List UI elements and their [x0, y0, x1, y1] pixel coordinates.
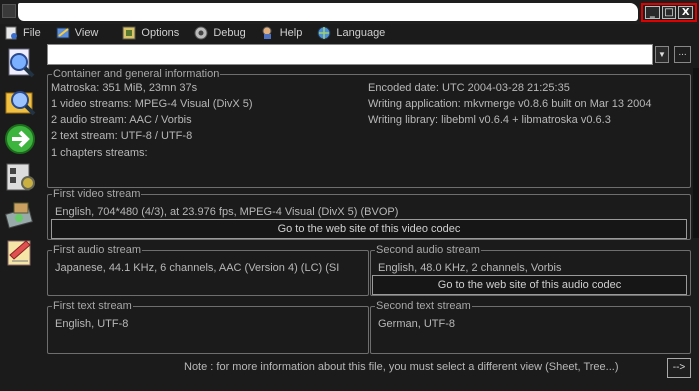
general-info-line: Matroska: 351 MiB, 23mn 37s	[51, 82, 198, 94]
general-info-line: Writing application: mkvmerge v0.8.6 bui…	[368, 98, 652, 110]
settings-icon[interactable]	[2, 160, 38, 194]
app-icon	[2, 4, 16, 18]
text-stream-2-info: German, UTF-8	[378, 318, 456, 330]
language-icon	[317, 26, 332, 40]
video-stream-legend: First video stream	[53, 188, 141, 200]
audio-stream-1-legend: First audio stream	[53, 244, 142, 256]
audio-stream-1-info: Japanese, 44.1 KHz, 6 channels, AAC (Ver…	[55, 262, 340, 274]
file-path-combo[interactable]	[47, 44, 653, 65]
window-edge	[693, 68, 699, 238]
file-icon	[4, 26, 19, 40]
go-arrow-icon[interactable]	[2, 122, 38, 156]
general-info-line: 1 chapters streams:	[51, 147, 148, 159]
window-controls: _ □ X	[641, 3, 697, 22]
general-info-line: 2 audio stream: AAC / Vorbis	[51, 114, 192, 126]
audio-stream-2-info: English, 48.0 KHz, 2 channels, Vorbis	[378, 262, 562, 274]
options-icon	[122, 26, 137, 40]
menu-options[interactable]: Options	[122, 26, 179, 40]
general-info-line: 2 text stream: UTF-8 / UTF-8	[51, 130, 193, 142]
maximize-button[interactable]: □	[661, 6, 677, 19]
chevron-down-icon[interactable]: ▼	[655, 46, 669, 63]
menu-view[interactable]: View	[56, 26, 98, 40]
title-bar: _ □ X	[0, 0, 699, 24]
menu-help[interactable]: Help	[261, 26, 302, 40]
help-icon	[261, 26, 276, 40]
audio-stream-2-legend: Second audio stream	[376, 244, 480, 256]
audio-codec-website-button[interactable]: Go to the web site of this audio codec	[372, 275, 687, 295]
menu-file[interactable]: File	[4, 26, 41, 40]
footer-note: Note : for more information about this f…	[184, 361, 619, 373]
close-button[interactable]: X	[678, 6, 694, 19]
video-codec-website-button[interactable]: Go to the web site of this video codec	[51, 219, 687, 239]
next-view-button[interactable]: -->	[667, 358, 691, 378]
general-info-legend: Container and general information	[53, 68, 220, 80]
sidebar-toolbar	[2, 46, 42, 274]
text-stream-1-legend: First text stream	[53, 300, 132, 312]
menu-language[interactable]: Language	[317, 26, 385, 40]
file-selector: ▼	[47, 44, 670, 65]
open-file-icon[interactable]	[2, 46, 38, 80]
about-icon[interactable]	[2, 236, 38, 270]
general-info-line: Writing library: libebml v0.6.4 + libmat…	[368, 114, 611, 126]
text-stream-2-legend: Second text stream	[376, 300, 471, 312]
menu-debug[interactable]: Debug	[194, 26, 246, 40]
minimize-button[interactable]: _	[645, 6, 660, 19]
browse-button[interactable]: ...	[674, 46, 691, 63]
general-info-line: 1 video streams: MPEG-4 Visual (DivX 5)	[51, 98, 253, 110]
debug-icon	[194, 26, 209, 40]
open-folder-icon[interactable]	[2, 84, 38, 118]
text-stream-1-info: English, UTF-8	[55, 318, 129, 330]
menu-bar: File View Options Debug Help Language	[0, 24, 699, 42]
window-title	[18, 3, 638, 21]
video-stream-info: English, 704*480 (4/3), at 23.976 fps, M…	[55, 206, 399, 218]
view-icon	[56, 26, 71, 40]
general-info-line: Encoded date: UTC 2004-03-28 21:25:35	[368, 82, 570, 94]
export-icon[interactable]	[2, 198, 38, 232]
